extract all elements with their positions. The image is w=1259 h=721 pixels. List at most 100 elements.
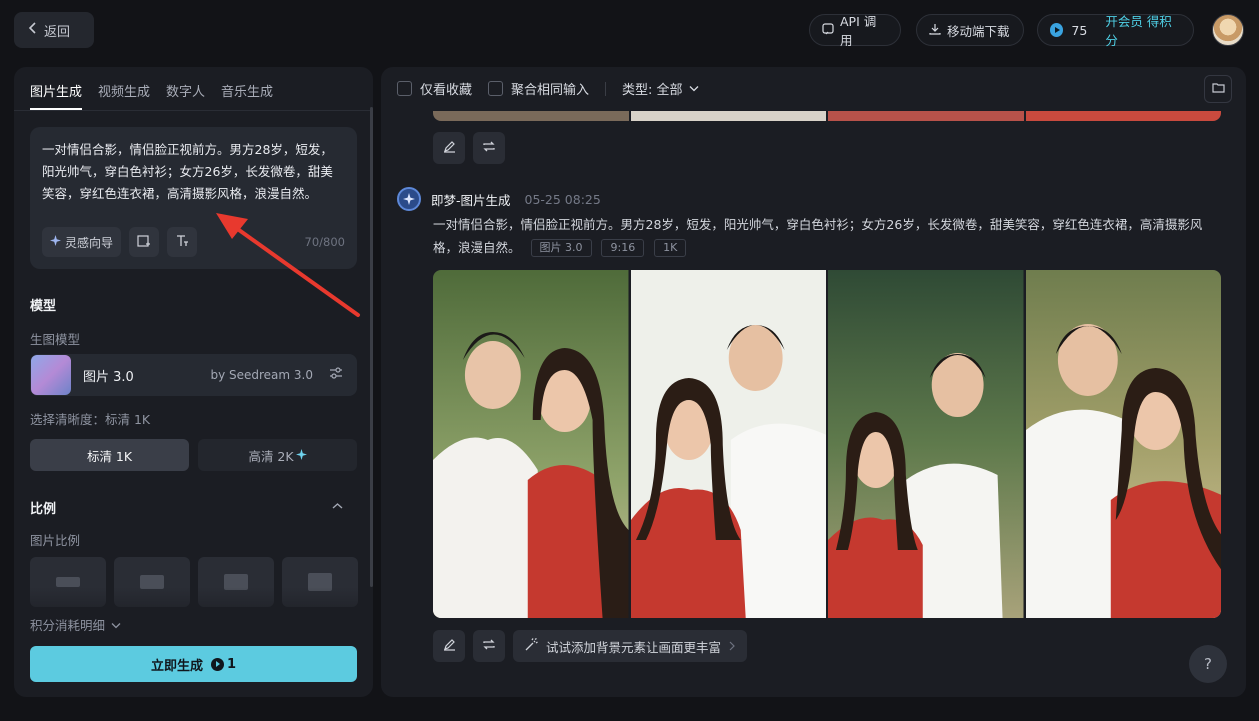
edit-button[interactable]: [433, 132, 465, 164]
resolution-hd-label: 高清 2K: [248, 448, 294, 464]
credit-count: 75: [1071, 22, 1088, 38]
dreamina-logo-icon: [397, 187, 421, 211]
merge-checkbox[interactable]: [488, 81, 504, 96]
type-label: 类型: 全部: [622, 83, 683, 98]
inspire-button[interactable]: 灵感向导: [42, 227, 122, 257]
sparkle-icon: [50, 235, 61, 249]
model-section-title: 模型: [30, 299, 57, 314]
generation-prompt: 一对情侣合影，情侣脸正视前方。男方28岁，短发，阳光帅气，穿白色衬衫；女方26岁…: [433, 213, 1225, 259]
filter-bar: 仅看收藏 聚合相同输入 类型: 全部: [397, 79, 699, 98]
api-button[interactable]: API 调用: [809, 14, 901, 48]
api-icon: [822, 22, 834, 38]
tab-digital-human[interactable]: 数字人: [166, 81, 205, 100]
folder-button[interactable]: [1204, 75, 1232, 103]
download-label: 移动端下载: [947, 23, 1010, 39]
model-thumbnail: [31, 355, 71, 395]
credit-coin-icon: [210, 657, 224, 671]
prompt-toolbar: 灵感向导: [42, 227, 198, 257]
prompt-input[interactable]: 一对情侣合影，情侣脸正视前方。男方28岁，短发，阳光帅气，穿白色衬衫；女方26岁…: [30, 127, 357, 269]
pencil-icon: [443, 638, 456, 655]
model-sublabel: 生图模型: [30, 332, 81, 347]
tab-music[interactable]: 音乐生成: [221, 81, 273, 100]
help-label: ?: [1204, 655, 1212, 673]
sparkle-icon: [295, 448, 307, 463]
model-name: 图片 3.0: [83, 369, 134, 385]
favorites-label: 仅看收藏: [420, 83, 473, 98]
pencil-icon: [443, 140, 456, 157]
resolution-options: 标清 1K 高清 2K: [30, 439, 357, 471]
tab-divider: [14, 110, 373, 111]
generated-image[interactable]: [630, 270, 826, 618]
type-dropdown[interactable]: 类型: 全部: [622, 79, 699, 98]
merge-label: 聚合相同输入: [511, 83, 590, 98]
vip-link[interactable]: 开会员 得积分: [1105, 11, 1181, 49]
generated-image[interactable]: [1025, 270, 1221, 618]
generate-label: 立即生成: [150, 658, 203, 674]
back-button[interactable]: 返回: [14, 12, 94, 48]
regenerate-button[interactable]: [473, 132, 505, 164]
suggestion-button[interactable]: 试试添加背景元素让画面更丰富: [513, 630, 748, 662]
resolution-sd-option[interactable]: 标清 1K: [30, 439, 189, 471]
left-scrollbar[interactable]: [370, 107, 373, 587]
generation-time: 05-25 08:25: [524, 191, 601, 207]
filter-divider: [605, 81, 607, 96]
resolution-tag: 1K: [654, 239, 687, 257]
resolution-hd-option[interactable]: 高清 2K: [198, 439, 357, 471]
model-selector[interactable]: 图片 3.0 by Seedream 3.0: [30, 354, 357, 396]
inspire-label: 灵感向导: [65, 235, 114, 250]
generated-image[interactable]: [828, 270, 1024, 618]
magic-wand-icon: [525, 637, 538, 654]
credit-coin-icon: [1050, 23, 1064, 37]
credits-detail-toggle[interactable]: 积分消耗明细: [30, 615, 121, 634]
download-icon: [929, 23, 941, 38]
ratio-sublabel: 图片比例: [30, 533, 81, 548]
char-counter: 70/800: [304, 235, 345, 249]
back-label: 返回: [44, 24, 71, 40]
resolution-sd-label: 标清 1K: [86, 448, 133, 464]
repeat-icon: [482, 140, 496, 157]
ratio-section-title: 比例: [30, 502, 57, 517]
previous-result-strip[interactable]: [433, 111, 1221, 121]
edit-button[interactable]: [433, 630, 465, 662]
results-panel: 仅看收藏 聚合相同输入 类型: 全部 即梦-图片生成 05-25 08:25 一…: [381, 67, 1246, 697]
chevron-left-icon: [28, 22, 38, 38]
reference-image-button[interactable]: [129, 227, 160, 257]
chevron-down-icon: [111, 617, 121, 632]
text-style-button[interactable]: [167, 227, 198, 257]
generation-source: 即梦-图片生成: [431, 192, 511, 208]
generation-header: 即梦-图片生成 05-25 08:25: [397, 187, 601, 211]
chevron-down-icon: [689, 81, 699, 96]
tab-image[interactable]: 图片生成: [30, 81, 82, 100]
text-format-icon: [175, 234, 189, 251]
ratio-tag: 9:16: [601, 239, 645, 257]
sliders-icon[interactable]: [329, 367, 343, 383]
user-avatar[interactable]: [1212, 14, 1244, 46]
tab-video[interactable]: 视频生成: [98, 81, 150, 100]
api-label: API 调用: [840, 14, 877, 48]
model-tag: 图片 3.0: [530, 239, 592, 257]
generate-button[interactable]: 立即生成 1: [30, 646, 357, 682]
folder-icon: [1211, 82, 1225, 97]
help-button[interactable]: ?: [1189, 645, 1227, 683]
credits-pill[interactable]: 75 开会员 得积分: [1037, 11, 1194, 49]
merge-filter[interactable]: 聚合相同输入: [488, 79, 589, 98]
active-tab-indicator: [30, 108, 82, 110]
add-image-icon: [137, 234, 151, 251]
favorites-checkbox[interactable]: [397, 81, 412, 96]
regenerate-button[interactable]: [473, 630, 505, 662]
generation-tabs: 图片生成 视频生成 数字人 音乐生成: [30, 81, 273, 100]
chevron-right-icon: [729, 639, 735, 654]
mobile-download-button[interactable]: 移动端下载: [916, 14, 1024, 46]
model-provider: by Seedream 3.0: [210, 368, 313, 382]
suggestion-label: 试试添加背景元素让画面更丰富: [546, 639, 722, 655]
resolution-label: 选择清晰度：标清 1K: [30, 412, 151, 427]
repeat-icon: [482, 638, 496, 655]
prompt-text[interactable]: 一对情侣合影，情侣脸正视前方。男方28岁，短发，阳光帅气，穿白色衬衫；女方26岁…: [42, 139, 342, 205]
chevron-up-icon[interactable]: [332, 499, 343, 514]
generate-cost: 1: [226, 656, 237, 672]
favorites-filter[interactable]: 仅看收藏: [397, 79, 472, 98]
left-panel: 图片生成 视频生成 数字人 音乐生成 一对情侣合影，情侣脸正视前方。男方28岁，…: [14, 67, 373, 697]
credits-detail-label: 积分消耗明细: [30, 618, 106, 633]
generated-image[interactable]: [433, 270, 629, 618]
image-gallery: [433, 270, 1221, 618]
